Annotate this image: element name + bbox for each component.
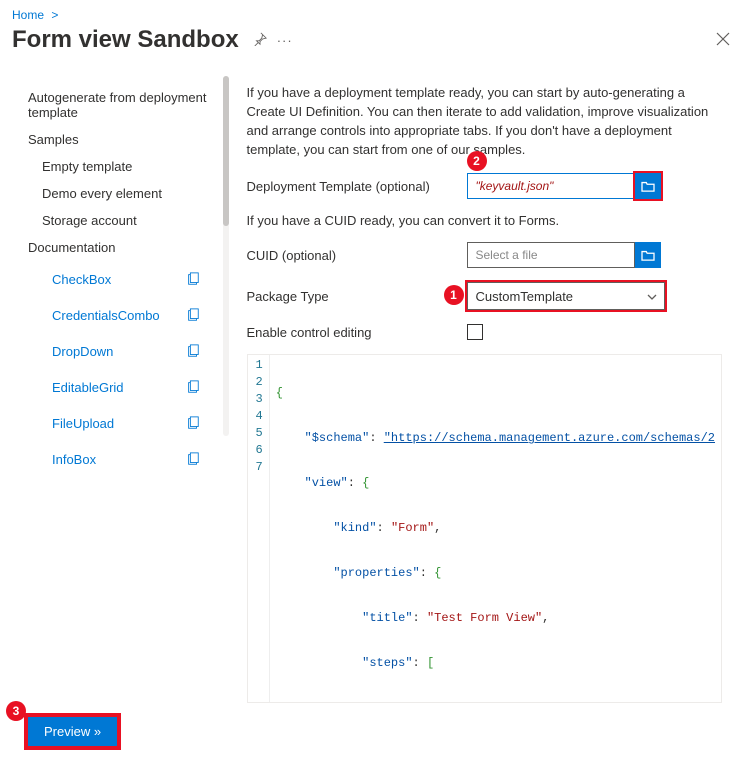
intro-text: If you have a deployment template ready,… — [247, 84, 723, 159]
chevron-right-icon: > — [51, 8, 58, 22]
annotation-1: 1 — [444, 285, 464, 305]
more-icon[interactable]: ··· — [277, 33, 293, 48]
page-header: Form view Sandbox ··· — [0, 26, 742, 68]
sidebar-item-checkbox[interactable]: CheckBox — [24, 261, 233, 297]
sidebar-item-documentation[interactable]: Documentation — [24, 234, 233, 261]
annotation-2: 2 — [467, 151, 487, 171]
code-content[interactable]: { "$schema": "https://schema.management.… — [270, 355, 721, 702]
breadcrumb-home[interactable]: Home — [12, 8, 44, 22]
sidebar-item-dropdown[interactable]: DropDown — [24, 333, 233, 369]
chevron-down-icon — [646, 291, 658, 303]
package-type-select[interactable]: CustomTemplate — [467, 282, 665, 310]
annotation-3: 3 — [6, 701, 26, 721]
deployment-template-input[interactable] — [467, 173, 635, 199]
deployment-template-label: Deployment Template (optional) — [247, 179, 467, 194]
sidebar-item-samples[interactable]: Samples — [24, 126, 233, 153]
page-title: Form view Sandbox — [12, 26, 239, 54]
sidebar-item-credentialscombo[interactable]: CredentialsCombo — [24, 297, 233, 333]
scrollbar[interactable] — [223, 76, 229, 436]
close-button[interactable] — [716, 32, 730, 49]
copy-button[interactable] — [181, 303, 205, 327]
browse-cuid-button[interactable] — [635, 242, 661, 268]
cuid-input[interactable] — [467, 242, 635, 268]
sidebar-item-autogenerate[interactable]: Autogenerate from deployment template — [24, 84, 233, 126]
sidebar-item-demo-every-element[interactable]: Demo every element — [24, 180, 233, 207]
copy-button[interactable] — [181, 339, 205, 363]
cuid-text: If you have a CUID ready, you can conver… — [247, 213, 723, 228]
footer: 3 Preview » — [0, 703, 742, 762]
enable-control-editing-label: Enable control editing — [247, 325, 467, 340]
code-gutter: 1234567 — [248, 355, 270, 702]
cuid-label: CUID (optional) — [247, 248, 467, 263]
breadcrumb: Home > — [0, 0, 742, 26]
sidebar-item-fileupload[interactable]: FileUpload — [24, 405, 233, 441]
sidebar-item-storage-account[interactable]: Storage account — [24, 207, 233, 234]
sidebar-item-infobox[interactable]: InfoBox — [24, 441, 233, 477]
package-type-label: Package Type — [247, 289, 467, 304]
enable-control-editing-checkbox[interactable] — [467, 324, 483, 340]
copy-button[interactable] — [181, 411, 205, 435]
sidebar: Autogenerate from deployment template Sa… — [0, 68, 233, 703]
browse-file-button[interactable] — [635, 173, 661, 199]
sidebar-item-editablegrid[interactable]: EditableGrid — [24, 369, 233, 405]
sidebar-item-empty-template[interactable]: Empty template — [24, 153, 233, 180]
code-editor[interactable]: 1234567 { "$schema": "https://schema.man… — [247, 354, 723, 703]
main-content: If you have a deployment template ready,… — [233, 68, 742, 703]
pin-icon[interactable] — [253, 32, 267, 49]
copy-button[interactable] — [181, 375, 205, 399]
copy-button[interactable] — [181, 267, 205, 291]
preview-button[interactable]: Preview » — [26, 715, 119, 748]
copy-button[interactable] — [181, 447, 205, 471]
